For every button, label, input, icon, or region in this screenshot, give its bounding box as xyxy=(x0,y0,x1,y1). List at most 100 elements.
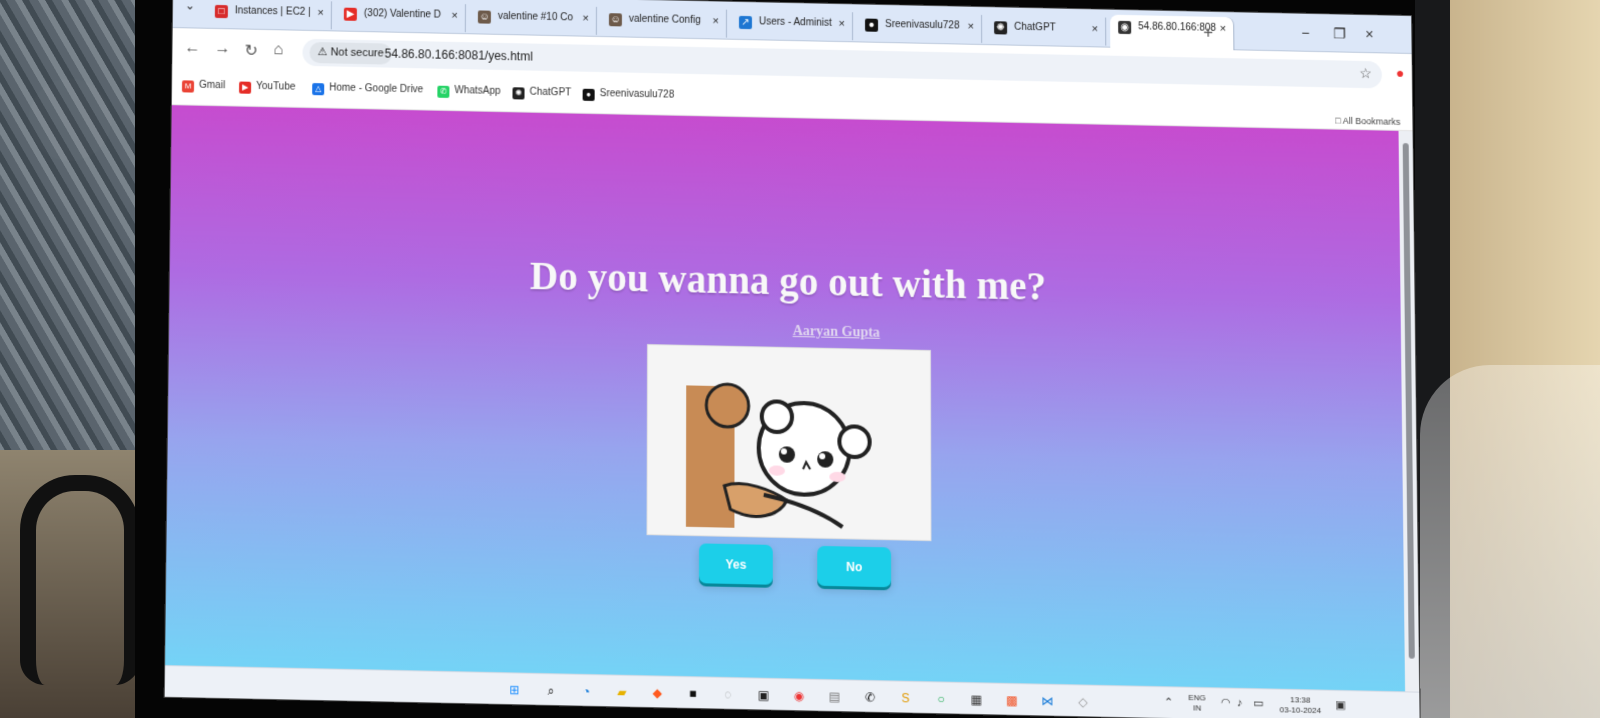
security-label: Not secure xyxy=(330,46,384,60)
language-bottom: IN xyxy=(1193,703,1202,713)
tab-label: Users - Administ xyxy=(758,16,832,29)
close-tab-icon[interactable]: × xyxy=(1220,23,1227,35)
tab-list-button[interactable]: ⌄ xyxy=(185,0,195,12)
close-tab-icon[interactable]: × xyxy=(582,13,588,25)
teddy-bear-image xyxy=(646,344,932,542)
folder-icon[interactable]: ▰ xyxy=(613,683,631,702)
tab-label: Sreenivasulu728 xyxy=(885,18,960,32)
reload-icon[interactable]: ↻ xyxy=(244,41,258,61)
tab-valentine-video[interactable]: ▶ (302) Valentine D × xyxy=(335,1,466,33)
bookmark-github[interactable]: ● Sreenivasulu728 xyxy=(582,88,675,103)
clock-time: 13:38 xyxy=(1290,695,1311,705)
app-icon[interactable]: ▤ xyxy=(825,687,843,706)
all-bookmarks-button[interactable]: □ All Bookmarks xyxy=(1335,116,1400,127)
aws-icon: □ xyxy=(214,4,228,19)
page-title: Do you wanna go out with me? xyxy=(529,254,1047,309)
app-icon[interactable]: ○ xyxy=(932,690,950,709)
search-icon[interactable]: ⌕ xyxy=(542,681,560,700)
all-bookmarks-label: All Bookmarks xyxy=(1342,115,1401,127)
language-indicator[interactable]: ENG IN xyxy=(1188,693,1206,714)
battery-icon[interactable]: ▭ xyxy=(1253,697,1264,710)
app-icon[interactable]: ◌ xyxy=(719,685,737,704)
brave-icon[interactable]: ◆ xyxy=(648,684,666,703)
vscode-icon[interactable]: ⋈ xyxy=(1038,692,1056,711)
chatgpt-icon: ✺ xyxy=(512,87,525,100)
chrome-icon[interactable]: ◉ xyxy=(790,687,808,706)
headset-object xyxy=(20,475,140,685)
github-icon: ● xyxy=(582,88,595,102)
close-tab-icon[interactable]: × xyxy=(1092,23,1099,35)
speaker-icon[interactable]: ♪ xyxy=(1237,697,1243,709)
app-icon[interactable]: ▦ xyxy=(967,690,985,709)
tab-users-admin[interactable]: ↗ Users - Administ × xyxy=(730,9,854,41)
globe-icon: ◉ xyxy=(1118,20,1132,35)
url-text[interactable]: 54.86.80.166:8081/yes.html xyxy=(385,46,533,63)
close-tab-icon[interactable]: × xyxy=(839,18,845,30)
jenkins-icon: ☺ xyxy=(608,13,622,27)
extension-icon[interactable]: ● xyxy=(1396,65,1405,81)
tab-active-yes-page[interactable]: ◉ 54.86.80.166:808 × xyxy=(1110,14,1235,51)
language-top: ENG xyxy=(1188,692,1206,703)
office-icon[interactable]: ▩ xyxy=(1003,691,1021,710)
yes-button[interactable]: Yes xyxy=(698,543,773,585)
tab-label: valentine #10 Co xyxy=(497,10,574,24)
tab-instances[interactable]: □ Instances | EC2 | × xyxy=(206,0,333,30)
hidden-icons-chevron-icon[interactable]: ⌃ xyxy=(1164,697,1173,710)
bookmark-gmail[interactable]: M Gmail xyxy=(181,79,225,93)
tab-github[interactable]: ● Sreenivasulu728 × xyxy=(857,12,983,43)
minimize-button[interactable]: − xyxy=(1301,25,1309,41)
forward-arrow-icon[interactable]: → xyxy=(214,40,230,58)
star-icon[interactable]: ☆ xyxy=(1359,65,1372,82)
bookmark-chatgpt[interactable]: ✺ ChatGPT xyxy=(512,86,571,100)
curtain-background xyxy=(0,0,135,470)
drive-icon: △ xyxy=(312,83,325,96)
app-icon[interactable]: ◇ xyxy=(1074,693,1092,712)
youtube-icon: ▶ xyxy=(239,81,252,94)
tab-label: (302) Valentine D xyxy=(363,8,442,21)
bookmark-google-drive[interactable]: △ Home - Google Drive xyxy=(312,82,423,97)
tab-label: valentine Config xyxy=(628,13,701,27)
home-icon[interactable]: ⌂ xyxy=(273,41,283,59)
bookmark-label: ChatGPT xyxy=(529,86,572,99)
clock-date: 03-10-2024 xyxy=(1279,705,1322,716)
bookmark-label: Home - Google Drive xyxy=(329,82,424,96)
jenkins-icon: ☺ xyxy=(477,10,491,24)
edge-icon[interactable]: ◔ xyxy=(577,682,595,701)
clock[interactable]: 13:38 03-10-2024 xyxy=(1279,695,1322,716)
close-tab-icon[interactable]: × xyxy=(451,10,458,22)
bookmark-youtube[interactable]: ▶ YouTube xyxy=(239,81,296,95)
tab-label: Instances | EC2 | xyxy=(234,5,311,18)
close-tab-icon[interactable]: × xyxy=(713,15,719,27)
close-tab-icon[interactable]: × xyxy=(317,7,324,19)
laptop-screen: ⌄ □ Instances | EC2 | × ▶ (302) Valentine D… xyxy=(163,0,1421,718)
close-tab-icon[interactable]: × xyxy=(968,21,974,33)
close-window-button[interactable]: × xyxy=(1365,26,1373,42)
new-tab-button[interactable]: + xyxy=(1203,23,1213,43)
notification-icon[interactable]: ▣ xyxy=(1335,699,1346,712)
windows-start-icon[interactable]: ⊞ xyxy=(505,680,523,699)
app-icon: ↗ xyxy=(738,15,752,30)
whatsapp-icon[interactable]: ✆ xyxy=(861,688,879,707)
bookmark-whatsapp[interactable]: ✆ WhatsApp xyxy=(437,85,501,99)
app-icon[interactable]: ■ xyxy=(684,684,702,703)
author-link[interactable]: Aaryan Gupta xyxy=(781,324,892,343)
restore-button[interactable]: ❐ xyxy=(1333,25,1346,42)
webpage-viewport: Do you wanna go out with me? Aaryan Gupt… xyxy=(165,105,1408,692)
github-icon: ● xyxy=(865,18,879,32)
tab-chatgpt[interactable]: ✺ ChatGPT × xyxy=(986,15,1107,46)
youtube-icon: ▶ xyxy=(343,7,357,21)
bookmark-label: WhatsApp xyxy=(454,85,501,98)
scrollbar-thumb[interactable] xyxy=(1402,143,1415,659)
no-button[interactable]: No xyxy=(817,545,892,588)
tab-valentine-config[interactable]: ☺ valentine Config × xyxy=(600,6,727,38)
tab-valentine-config-10[interactable]: ☺ valentine #10 Co × xyxy=(469,4,597,35)
not-secure-badge[interactable]: ⚠ Not secure xyxy=(309,41,392,65)
wifi-icon[interactable]: ◠ xyxy=(1221,697,1231,710)
bookmark-label: Sreenivasulu728 xyxy=(599,88,675,101)
app-icon[interactable]: ▣ xyxy=(754,686,772,705)
back-arrow-icon[interactable]: ← xyxy=(184,39,200,57)
teddy-bear-illustration xyxy=(647,345,931,541)
chatgpt-icon: ✺ xyxy=(994,21,1008,35)
tab-label: ChatGPT xyxy=(1014,21,1056,34)
sublime-icon[interactable]: S xyxy=(896,689,914,708)
